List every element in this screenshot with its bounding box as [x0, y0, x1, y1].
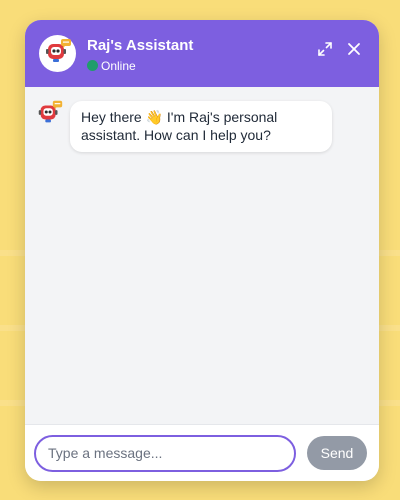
send-button[interactable]: Send — [307, 436, 367, 470]
assistant-avatar — [39, 35, 76, 72]
online-dot-icon — [87, 60, 98, 71]
robot-icon — [35, 97, 65, 132]
close-button[interactable] — [345, 42, 363, 60]
message-input[interactable] — [34, 434, 296, 472]
close-icon — [347, 42, 361, 61]
expand-icon — [318, 41, 332, 61]
robot-icon — [42, 35, 74, 72]
message-avatar — [35, 99, 65, 129]
status-indicator: Online — [87, 59, 193, 73]
composer: Send — [25, 424, 379, 481]
expand-button[interactable] — [316, 41, 334, 61]
assistant-message-bubble: Hey there 👋 I'm Raj's personal assistant… — [70, 101, 332, 152]
status-label: Online — [101, 58, 136, 73]
chat-widget: Raj's Assistant Online Hey there 👋 I'm R… — [25, 20, 379, 481]
assistant-title: Raj's Assistant — [87, 36, 194, 54]
message-item: Hey there 👋 I'm Raj's personal assistant… — [35, 99, 332, 152]
chat-header: Raj's Assistant Online — [25, 20, 379, 87]
message-list: Hey there 👋 I'm Raj's personal assistant… — [25, 87, 379, 424]
